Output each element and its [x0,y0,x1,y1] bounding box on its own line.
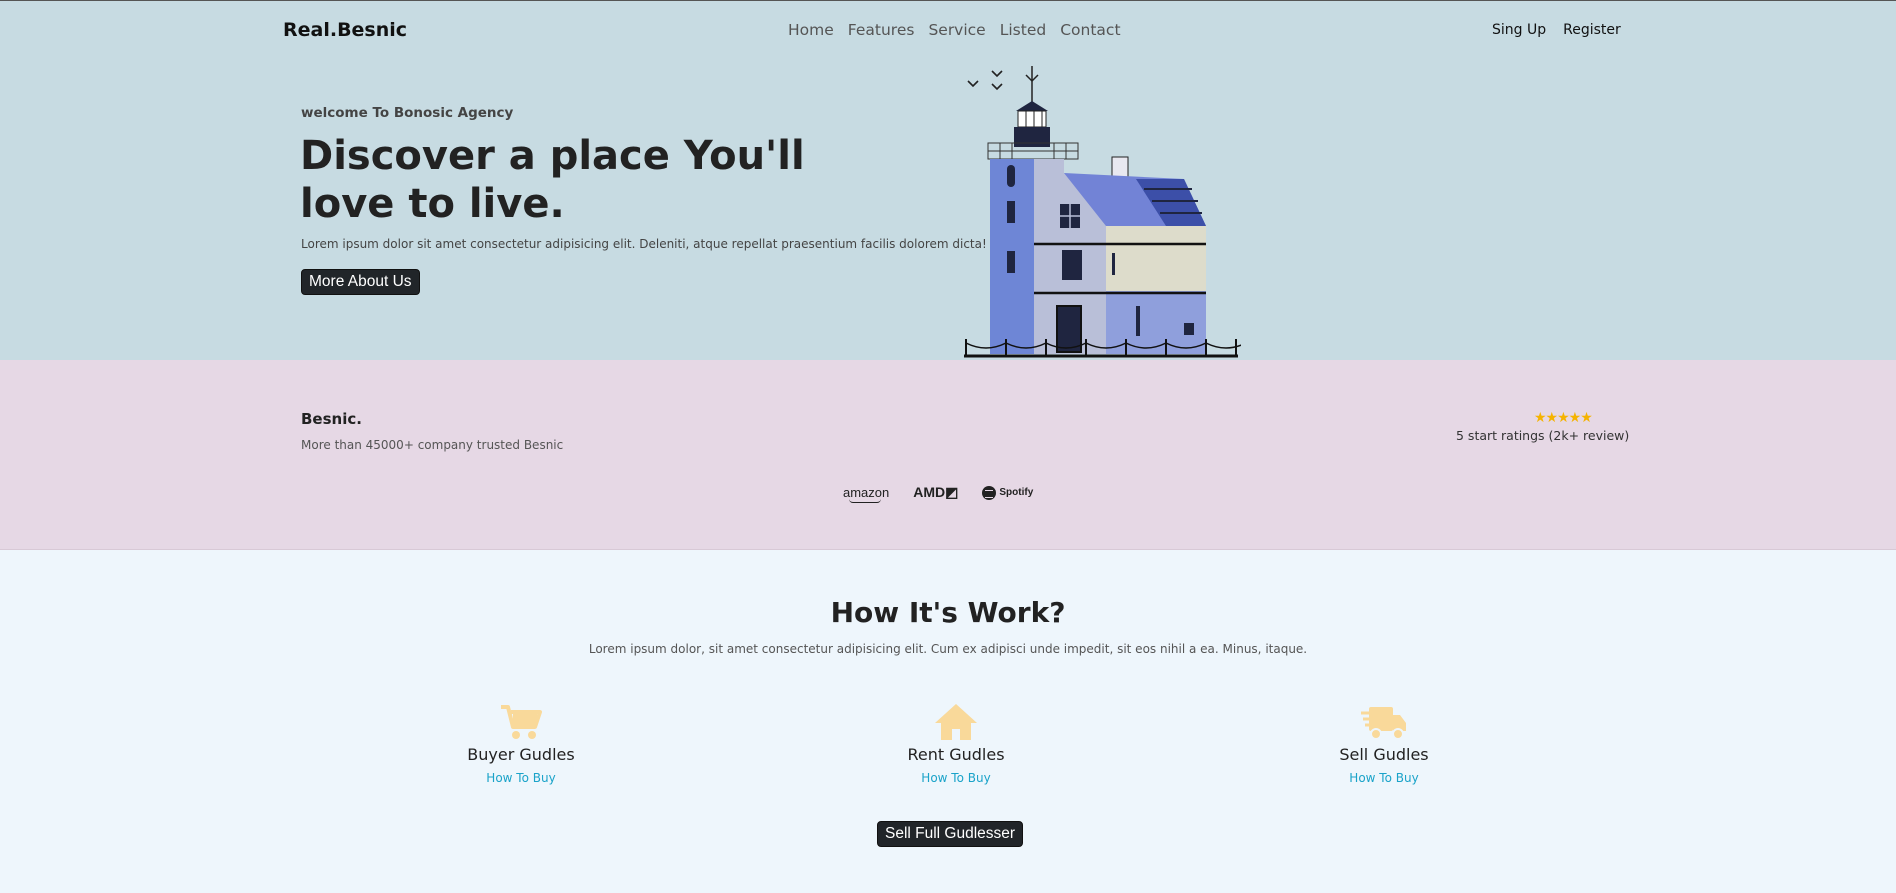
partner-logos: amazon AMD◩ Spotify [843,484,1034,503]
truck-icon [1284,703,1484,741]
trust-section: Besnic. More than 45000+ company trusted… [0,360,1896,550]
nav-link-service[interactable]: Service [928,21,985,39]
main-nav: Home Features Service Listed Contact [788,21,1121,39]
house-icon [856,703,1056,741]
ratings-text: 5 start ratings (2k+ review) [1456,428,1630,443]
trust-title: Besnic. [301,410,362,428]
feature-rent: Rent Gudles How To Buy [856,703,1056,785]
more-about-button[interactable]: More About Us [301,269,420,295]
brand-logo[interactable]: Real.Besnic [283,19,407,41]
hero-lead: Lorem ipsum dolor sit amet consectetur a… [301,237,987,251]
amd-logo-text: AMD [913,484,946,500]
nav-link-contact[interactable]: Contact [1060,21,1120,39]
how-subtitle: Lorem ipsum dolor, sit amet consectetur … [588,642,1308,656]
auth-links: Sing Up Register [1492,22,1621,38]
nav-link-features[interactable]: Features [848,21,915,39]
sell-full-button[interactable]: Sell Full Gudlesser [877,821,1024,847]
hero-welcome: welcome To Bonosic Agency [301,105,514,121]
lighthouse-illustration [964,66,1241,358]
feature-title: Rent Gudles [907,745,1005,764]
amazon-logo: amazon [843,485,890,503]
how-to-buy-link[interactable]: How To Buy [856,771,1056,785]
spotify-icon [982,485,997,500]
feature-title: Sell Gudles [1339,745,1429,764]
how-to-buy-link[interactable]: How To Buy [421,771,621,785]
spotify-logo-text: Spotify [999,487,1034,498]
nav-link-home[interactable]: Home [788,21,834,39]
feature-title: Buyer Gudles [467,745,575,764]
how-title: How It's Work? [830,596,1066,629]
star-rating-icon: ★★★★★ [1534,410,1593,426]
register-link[interactable]: Register [1563,22,1621,38]
hero-section: Real.Besnic Home Features Service Listed… [0,0,1896,360]
hero-headline: Discover a place You'll love to live. [300,133,805,227]
cart-icon [421,703,621,741]
spotify-logo: Spotify [982,485,1034,500]
signup-link[interactable]: Sing Up [1492,22,1546,38]
feature-sell: Sell Gudles How To Buy [1284,703,1484,785]
amd-logo: AMD◩ [913,484,959,500]
trust-subtitle: More than 45000+ company trusted Besnic [301,438,564,452]
nav-link-listed[interactable]: Listed [1000,21,1046,39]
how-to-buy-link[interactable]: How To Buy [1284,771,1484,785]
feature-buyer: Buyer Gudles How To Buy [421,703,621,785]
